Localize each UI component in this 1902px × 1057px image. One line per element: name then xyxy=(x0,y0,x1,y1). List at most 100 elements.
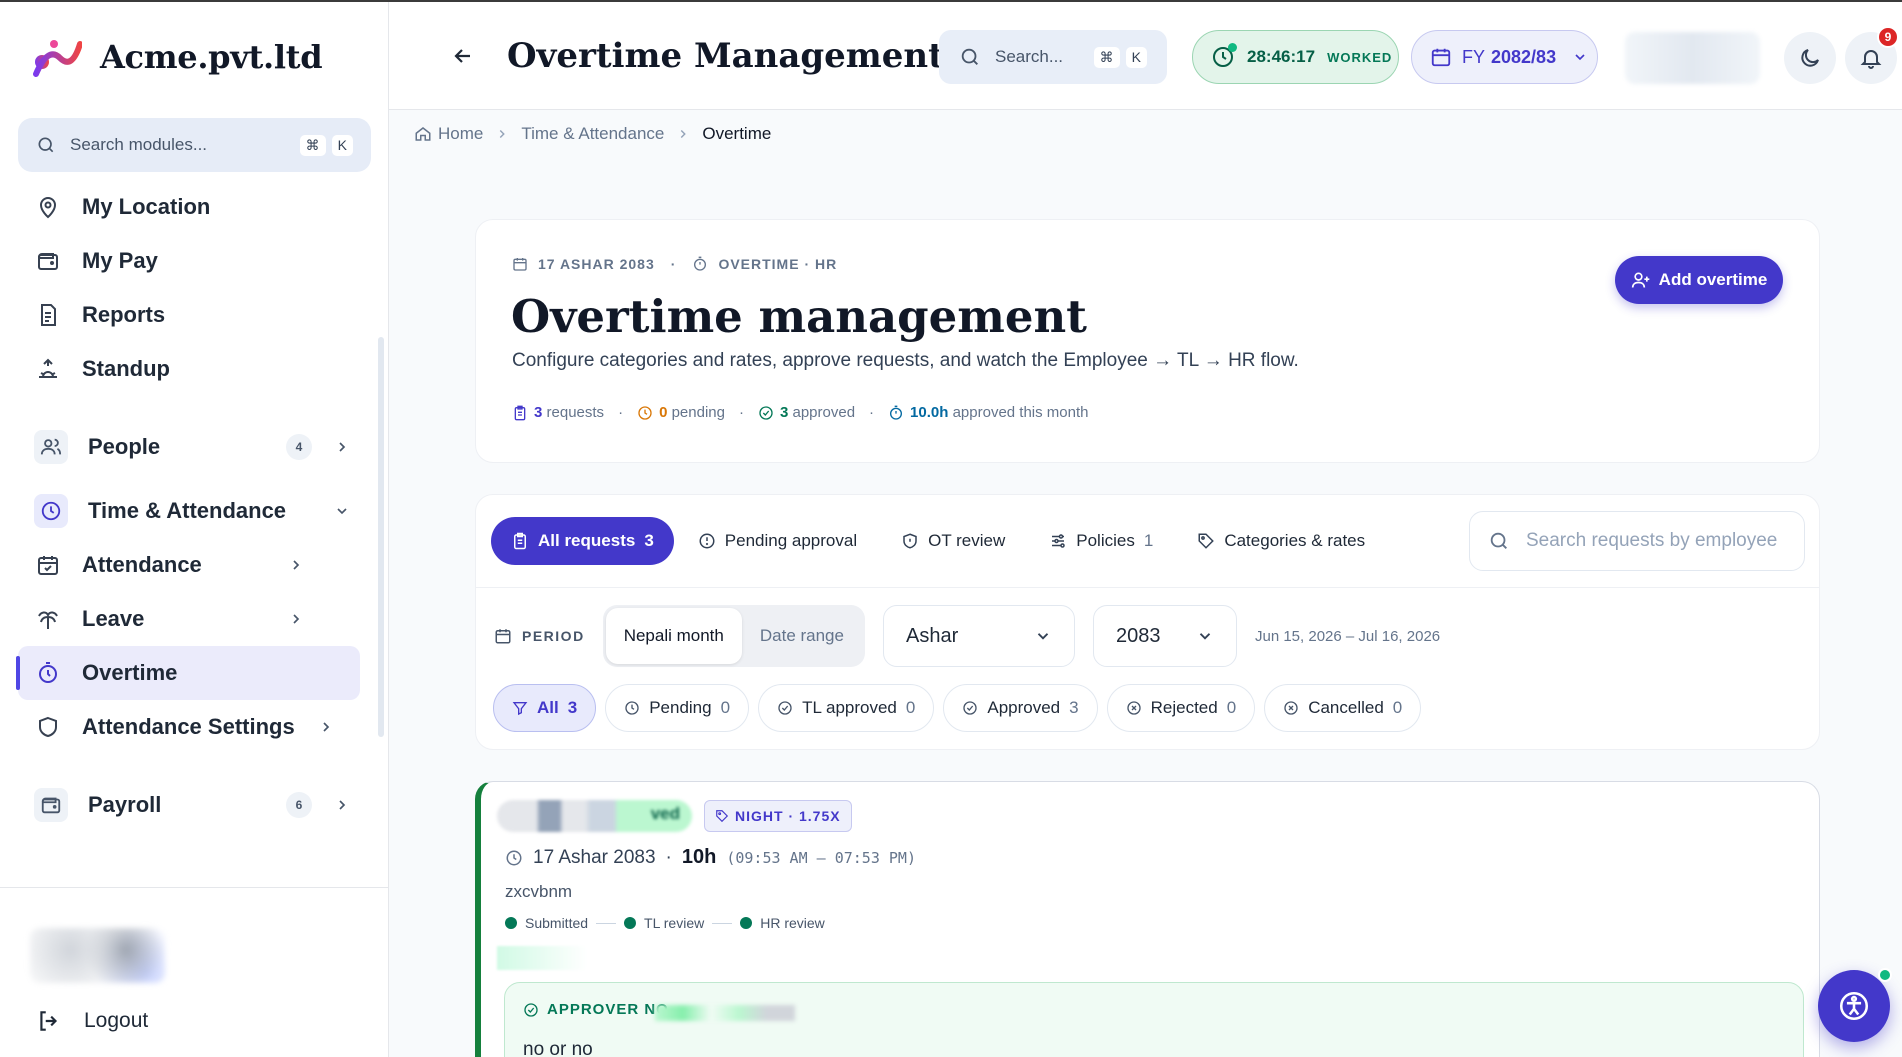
brand[interactable]: Acme.pvt.ltd xyxy=(30,36,323,78)
status-badge: ved xyxy=(650,804,680,823)
stat-hours-value: 10.0h xyxy=(910,404,949,421)
user-profile-blurred[interactable] xyxy=(30,928,165,983)
assistant-fab-button[interactable] xyxy=(1818,968,1892,1042)
request-note: zxcvbnm xyxy=(505,882,573,901)
breadcrumb-section[interactable]: Time & Attendance xyxy=(521,124,664,144)
mode-nepali-month[interactable]: Nepali month xyxy=(605,608,742,664)
sidebar-item-attendance[interactable]: Attendance xyxy=(18,538,360,592)
tab-categories-rates[interactable]: Categories & rates xyxy=(1177,517,1385,565)
year-select[interactable]: 2083 xyxy=(1092,605,1237,667)
request-header: ved NIGHT · 1.75X xyxy=(497,800,852,832)
sidebar-item-my-pay[interactable]: My Pay xyxy=(18,234,360,288)
chevron-down-icon xyxy=(1572,49,1588,65)
tab-all-requests[interactable]: All requests 3 xyxy=(491,517,674,565)
shortcut-key-cmd: ⌘ xyxy=(1093,46,1120,68)
sidebar-item-label: Time & Attendance xyxy=(88,498,287,523)
sidebar-item-my-location[interactable]: My Location xyxy=(18,180,360,234)
status-filter-label: Cancelled xyxy=(1308,698,1384,717)
sidebar-item-leave[interactable]: Leave xyxy=(18,592,360,646)
sidebar-item-label: Overtime xyxy=(82,660,178,685)
home-icon[interactable] xyxy=(414,125,432,143)
flow-step-dot xyxy=(505,917,517,929)
status-filter-label: All xyxy=(537,698,559,717)
stat-pending-label: pending xyxy=(671,404,725,421)
global-search-input[interactable]: Search... ⌘ K xyxy=(939,30,1167,84)
logout-button[interactable]: Logout xyxy=(36,1008,148,1034)
tab-count: 1 xyxy=(1143,531,1154,550)
brand-name: Acme.pvt.ltd xyxy=(100,38,323,76)
status-filter-count: 0 xyxy=(1226,698,1237,717)
mode-date-range[interactable]: Date range xyxy=(742,608,862,664)
overtime-request-card[interactable]: ved NIGHT · 1.75X 17 Ashar 2083 · 10h (0… xyxy=(475,781,1820,1057)
worked-timer-badge[interactable]: 28:46:17 WORKED xyxy=(1192,30,1399,84)
month-select[interactable]: Ashar xyxy=(882,605,1075,667)
sidebar-item-reports[interactable]: Reports xyxy=(18,288,360,342)
status-filter-rejected[interactable]: Rejected 0 xyxy=(1106,684,1256,732)
stat-separator: · xyxy=(618,404,624,421)
sidebar: Acme.pvt.ltd Search modules... ⌘ K My Lo… xyxy=(0,2,389,1057)
tab-ot-review[interactable]: OT review xyxy=(881,517,1025,565)
chevron-right-icon xyxy=(495,127,509,141)
stat-hours: 10.0h approved this month xyxy=(910,404,1088,421)
stat-separator: · xyxy=(869,404,875,421)
requests-filter-card: All requests 3 Pending approval OT revie… xyxy=(475,494,1820,750)
tag-icon xyxy=(715,809,729,823)
tab-count: 3 xyxy=(644,531,654,550)
approval-flow: Submitted TL review HR review xyxy=(505,915,825,931)
hero-description: Configure categories and rates, approve … xyxy=(512,350,1299,371)
search-icon xyxy=(36,135,56,155)
sidebar-item-payroll[interactable]: Payroll 6 xyxy=(18,778,360,832)
year-value: 2083 xyxy=(1115,624,1161,647)
request-search-input[interactable]: Search requests by employee xyxy=(1469,511,1805,571)
calendar-check-icon xyxy=(34,551,62,579)
x-circle-icon xyxy=(1283,700,1299,716)
add-overtime-button[interactable]: Add overtime xyxy=(1615,256,1783,304)
sidebar-item-overtime[interactable]: Overtime xyxy=(16,646,360,700)
tab-pending-approval[interactable]: Pending approval xyxy=(678,517,877,565)
notifications-button[interactable]: 9 xyxy=(1845,26,1899,84)
sunrise-icon xyxy=(34,355,62,383)
status-filter-cancelled[interactable]: Cancelled 0 xyxy=(1264,684,1422,732)
scrollbar-thumb[interactable] xyxy=(378,337,384,737)
status-filter-label: Pending xyxy=(649,698,712,717)
timer-icon xyxy=(888,405,904,421)
check-circle-icon xyxy=(523,1002,539,1018)
sidebar-item-attendance-settings[interactable]: Attendance Settings xyxy=(18,700,360,754)
period-row: PERIOD Nepali month Date range Ashar 208… xyxy=(494,605,1440,667)
logout-icon xyxy=(36,1008,62,1034)
flow-step-tl-review: TL review xyxy=(644,915,705,931)
stat-approved: 3 approved xyxy=(780,404,855,421)
chevron-right-icon xyxy=(318,719,334,735)
hero-meta: 17 ASHAR 2083 · OVERTIME · HR xyxy=(512,256,837,272)
status-filter-pending[interactable]: Pending 0 xyxy=(605,684,750,732)
chevron-right-icon xyxy=(288,611,304,627)
tab-label: OT review xyxy=(928,531,1006,550)
shortcut-hint: ⌘ K xyxy=(299,134,353,156)
status-filter-label: Approved xyxy=(987,698,1061,717)
module-search-placeholder: Search modules... xyxy=(70,135,208,154)
overtime-hero-card: 17 ASHAR 2083 · OVERTIME · HR Overtime m… xyxy=(475,219,1820,463)
fiscal-year-selector[interactable]: FY 2082/83 xyxy=(1411,30,1598,84)
status-filter-all[interactable]: All 3 xyxy=(493,684,597,732)
status-filter-tl-approved[interactable]: TL approved 0 xyxy=(758,684,935,732)
status-filter-approved[interactable]: Approved 3 xyxy=(943,684,1098,732)
stat-requests-label: requests xyxy=(546,404,605,421)
tab-policies[interactable]: Policies 1 xyxy=(1029,517,1173,565)
back-arrow-icon[interactable] xyxy=(451,44,475,68)
breadcrumb-current: Overtime xyxy=(702,124,772,143)
theme-toggle-button[interactable] xyxy=(1784,32,1836,84)
sidebar-item-people[interactable]: People 4 xyxy=(18,420,360,474)
chevron-down-icon xyxy=(334,503,350,519)
stat-approved-label: approved xyxy=(792,404,856,421)
tab-label: Categories & rates xyxy=(1224,531,1366,550)
wallet-icon xyxy=(34,788,68,822)
global-search-placeholder: Search... xyxy=(995,47,1064,66)
accessibility-icon xyxy=(1837,989,1871,1023)
user-menu-blurred[interactable] xyxy=(1625,32,1760,84)
sidebar-scrollbar[interactable] xyxy=(378,187,384,877)
sidebar-item-standup[interactable]: Standup xyxy=(18,342,360,396)
sidebar-item-time-attendance[interactable]: Time & Attendance xyxy=(18,484,360,538)
sidebar-footer: Logout xyxy=(0,887,389,1057)
breadcrumb-home[interactable]: Home xyxy=(438,124,483,144)
module-search-input[interactable]: Search modules... ⌘ K xyxy=(18,118,371,172)
